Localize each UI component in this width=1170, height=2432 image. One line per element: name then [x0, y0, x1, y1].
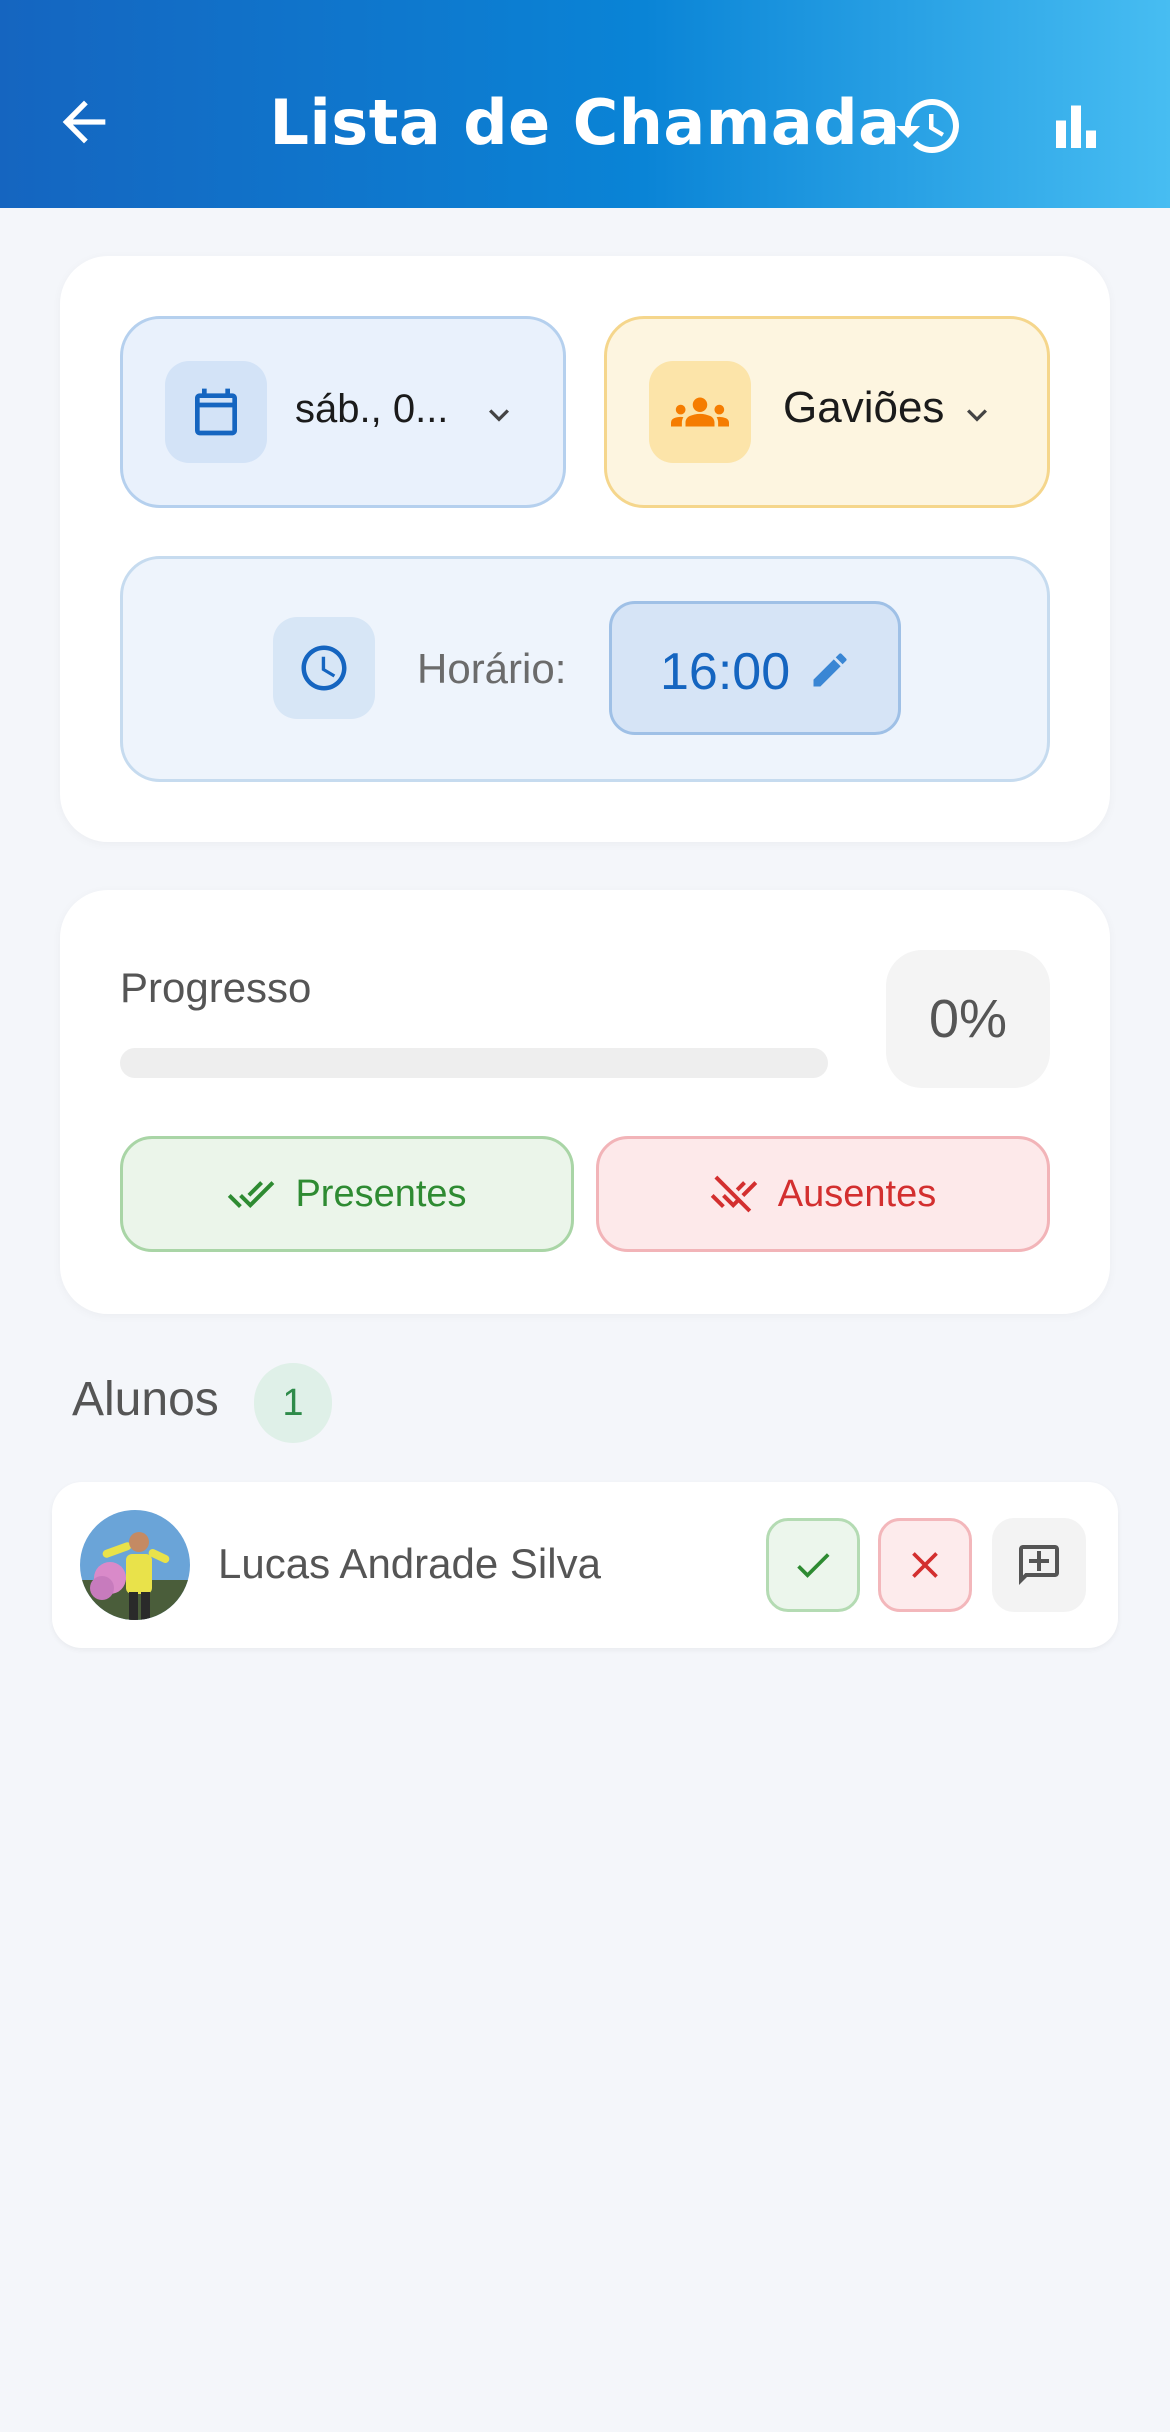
add-note-button[interactable]	[992, 1518, 1086, 1612]
chevron-down-icon	[967, 409, 987, 422]
student-row: Lucas Andrade Silva	[52, 1482, 1118, 1648]
progress-card: Progresso 0% Presentes Ausentes	[60, 890, 1110, 1314]
app-bar: Lista de Chamada	[0, 0, 1170, 208]
present-label: Presentes	[295, 1172, 467, 1215]
progress-label: Progresso	[120, 964, 312, 1011]
date-selector[interactable]: sáb., 0...	[120, 316, 566, 508]
history-icon[interactable]	[893, 90, 965, 162]
close-icon	[912, 1552, 938, 1578]
time-edit-button[interactable]: 16:00	[609, 601, 901, 735]
group-selector[interactable]: Gaviões	[604, 316, 1050, 508]
progress-percent: 0%	[886, 950, 1050, 1088]
clock-icon	[301, 645, 347, 691]
group-value: Gaviões	[783, 383, 945, 432]
absent-label: Ausentes	[777, 1172, 937, 1215]
time-row: Horário: 16:00	[120, 556, 1050, 782]
student-name: Lucas Andrade Silva	[218, 1540, 601, 1587]
edit-icon	[813, 653, 847, 687]
calendar-icon	[195, 388, 237, 436]
mark-all-absent-button[interactable]: Ausentes	[596, 1136, 1050, 1252]
filters-card: sáb., 0... Gaviões Horário: 16:00	[60, 256, 1110, 842]
groups-icon	[671, 397, 729, 427]
date-value: sáb., 0...	[295, 387, 449, 431]
students-title: Alunos	[72, 1373, 219, 1426]
progress-bar	[120, 1048, 828, 1078]
mark-present-button[interactable]	[766, 1518, 860, 1612]
mark-absent-button[interactable]	[878, 1518, 972, 1612]
groups-icon-box	[649, 361, 751, 463]
avatar	[80, 1510, 190, 1620]
time-value: 16:00	[660, 643, 791, 701]
mark-all-present-button[interactable]: Presentes	[120, 1136, 574, 1252]
add-comment-icon	[1019, 1545, 1059, 1585]
remove-done-icon	[710, 1175, 758, 1213]
students-count-badge: 1	[254, 1363, 332, 1443]
bar-chart-icon[interactable]	[1046, 98, 1106, 158]
chevron-down-icon	[489, 409, 509, 422]
time-label: Horário:	[417, 645, 567, 692]
calendar-icon-box	[165, 361, 267, 463]
page-title: Lista de Chamada	[269, 86, 901, 159]
check-icon	[797, 1553, 830, 1578]
clock-icon-box	[273, 617, 375, 719]
done-all-icon	[228, 1181, 275, 1208]
